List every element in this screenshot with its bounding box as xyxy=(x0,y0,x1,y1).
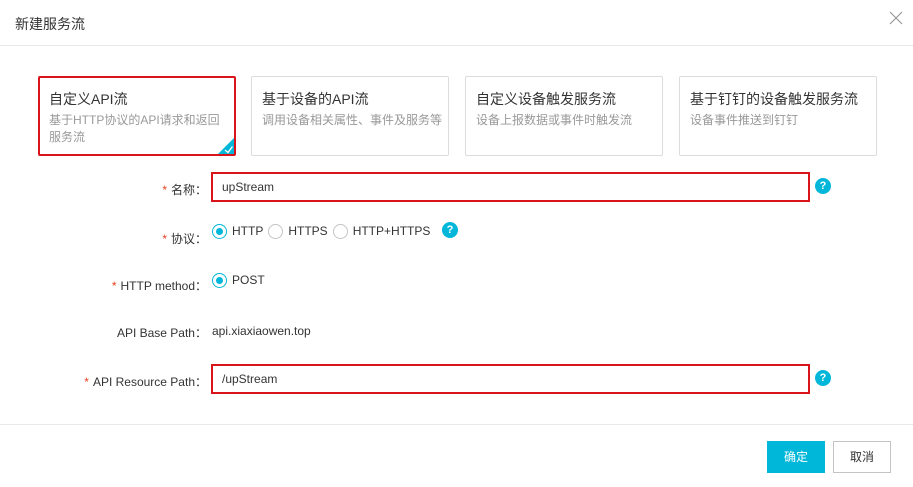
protocol-label: * 协议： xyxy=(162,232,207,246)
radio-https[interactable]: HTTPS xyxy=(268,223,328,239)
protocol-help-icon[interactable]: ? xyxy=(442,222,458,238)
card-title: 自定义设备触发服务流 xyxy=(476,91,616,107)
card-title: 基于设备的API流 xyxy=(262,91,369,107)
http-method-radio-group: POST xyxy=(212,272,270,288)
selected-check-icon xyxy=(218,138,234,154)
radio-circle-icon xyxy=(212,272,227,288)
card-description: 基于HTTP协议的API请求和返回服务流 xyxy=(49,113,220,144)
radio-circle-icon xyxy=(332,223,348,239)
required-mark: * xyxy=(162,232,167,246)
api-resource-path-label: * API Resource Path： xyxy=(84,375,207,389)
required-mark: * xyxy=(162,183,167,197)
api-base-path-value: api.xiaxiaowen.top xyxy=(212,324,311,338)
radio-post[interactable]: POST xyxy=(212,272,265,288)
radio-circle-icon xyxy=(212,223,227,239)
card-custom-api-flow[interactable]: 自定义API流 基于HTTP协议的API请求和返回服务流 xyxy=(38,76,236,156)
name-label: * 名称： xyxy=(162,183,207,197)
protocol-radio-group: HTTP HTTPS HTTP+HTTPS xyxy=(212,223,435,239)
radio-http-https[interactable]: HTTP+HTTPS xyxy=(332,223,430,239)
card-title: 自定义API流 xyxy=(49,91,128,107)
card-description: 设备上报数据或事件时触发流 xyxy=(476,113,633,127)
cancel-button[interactable]: 取消 xyxy=(833,441,891,473)
name-help-icon[interactable]: ? xyxy=(815,178,831,194)
dialog-title: 新建服务流 xyxy=(15,16,85,32)
http-method-label: * HTTP method： xyxy=(111,279,207,293)
card-title: 基于钉钉的设备触发服务流 xyxy=(690,91,858,107)
card-dingtalk-device-trigger-flow[interactable]: 基于钉钉的设备触发服务流 设备事件推送到钉钉 xyxy=(679,76,877,156)
card-description: 设备事件推送到钉钉 xyxy=(690,113,799,127)
resource-path-help-icon[interactable]: ? xyxy=(815,370,831,386)
new-service-flow-dialog: 新建服务流 自定义API流 基于HTTP协议的API请求和返回服务流 基于设备的… xyxy=(0,0,913,487)
confirm-button[interactable]: 确定 xyxy=(767,441,825,473)
radio-http[interactable]: HTTP xyxy=(212,223,263,239)
required-mark: * xyxy=(111,279,117,293)
name-input[interactable]: upStream xyxy=(211,172,810,202)
api-base-path-label: API Base Path： xyxy=(116,326,207,340)
card-custom-device-trigger-flow[interactable]: 自定义设备触发服务流 设备上报数据或事件时触发流 xyxy=(465,76,663,156)
api-resource-path-input[interactable]: /upStream xyxy=(211,364,810,394)
close-icon[interactable] xyxy=(889,11,903,25)
radio-circle-icon xyxy=(268,223,284,239)
dialog-header: 新建服务流 xyxy=(0,0,913,46)
card-device-api-flow[interactable]: 基于设备的API流 调用设备相关属性、事件及服务等 xyxy=(251,76,449,156)
required-mark: * xyxy=(84,375,89,389)
card-description: 调用设备相关属性、事件及服务等 xyxy=(262,113,443,127)
